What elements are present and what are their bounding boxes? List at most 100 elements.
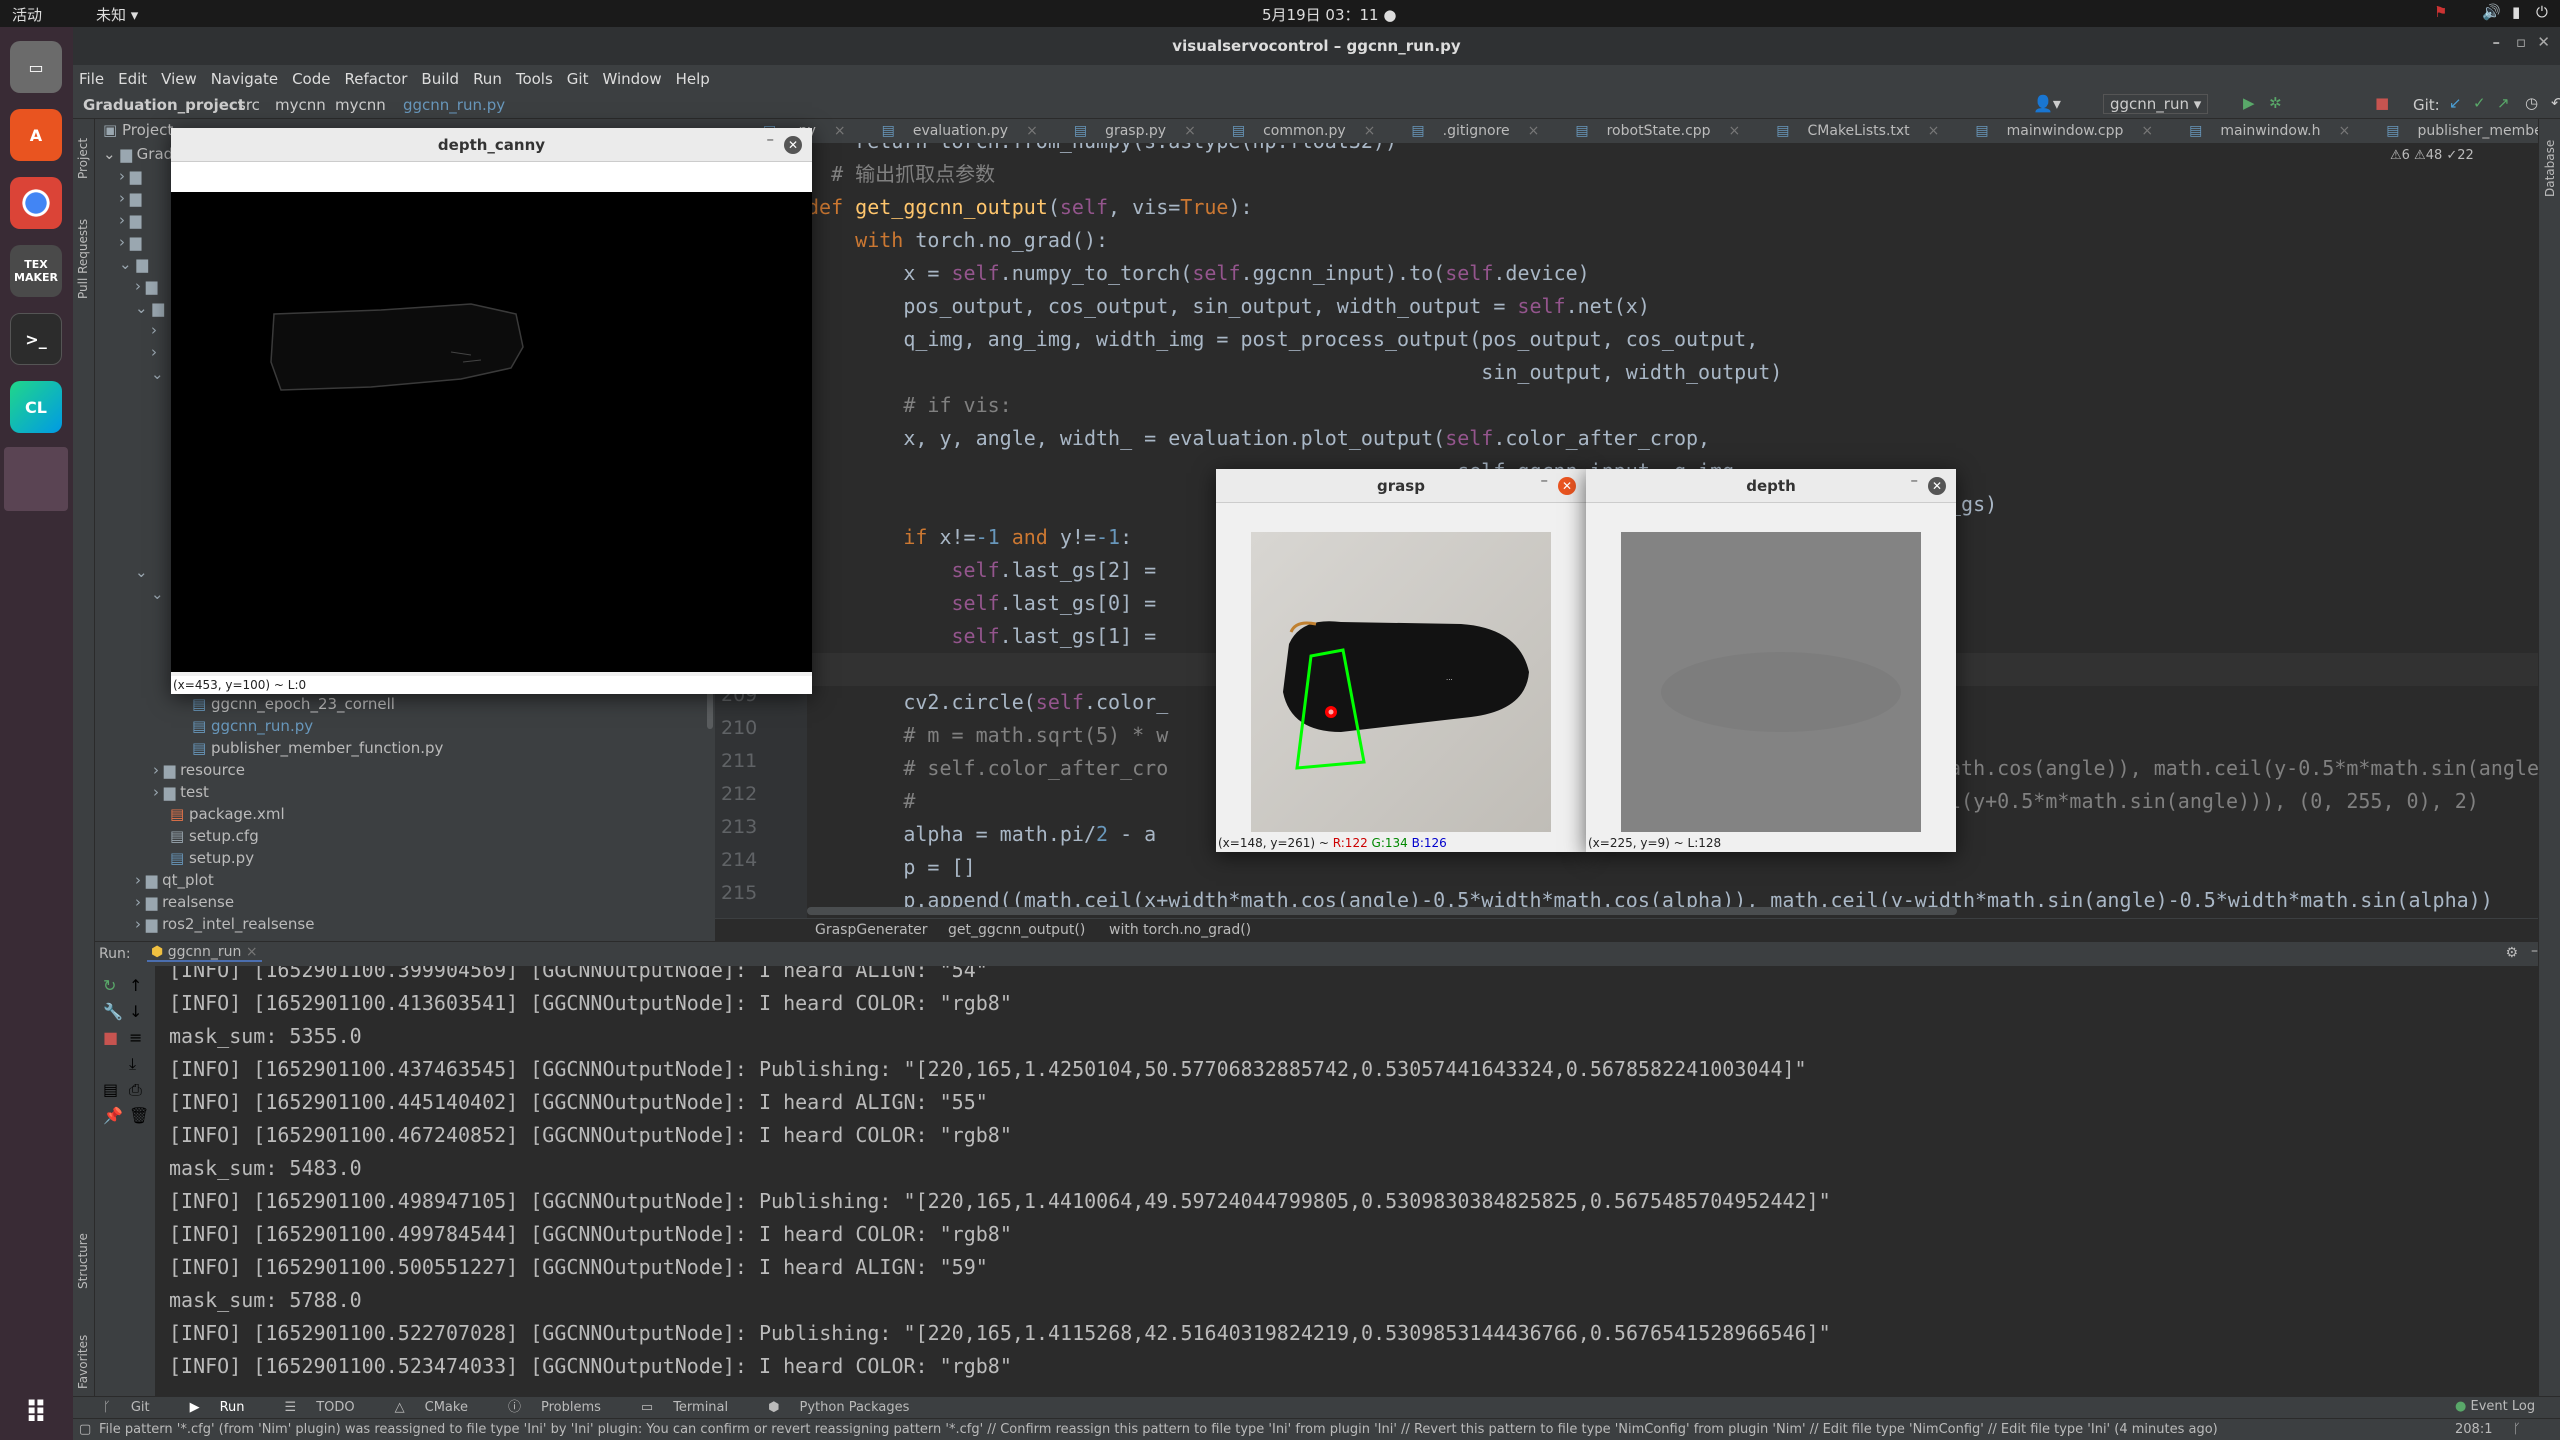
breadcrumb-project[interactable]: Graduation_project [83, 96, 245, 114]
close-icon[interactable]: ✕ [2537, 33, 2550, 51]
rollback-icon[interactable]: ↶ [2551, 94, 2560, 112]
close-tab-icon[interactable]: × [1729, 119, 1741, 143]
menu-edit[interactable]: Edit [118, 70, 147, 88]
breadcrumb-mycnn-2[interactable]: mycnn [335, 96, 386, 114]
close-tab-icon[interactable]: × [1928, 119, 1940, 143]
tree-item[interactable]: › ▆ [119, 165, 141, 187]
print-icon[interactable]: ⎙ [129, 1080, 142, 1100]
close-tab-icon[interactable]: × [834, 119, 846, 143]
maximize-icon[interactable]: ▫ [2516, 33, 2526, 51]
layout-icon[interactable]: ▤ [103, 1080, 118, 1099]
horizontal-scrollbar[interactable] [807, 907, 1957, 915]
menu-help[interactable]: Help [676, 70, 710, 88]
history-icon[interactable]: ◷ [2525, 94, 2538, 112]
clion-icon[interactable]: CL [10, 381, 62, 433]
user-icon[interactable]: 👤▾ [2033, 94, 2061, 113]
down-icon[interactable]: ↓ [129, 1002, 142, 1021]
menu-run[interactable]: Run [473, 70, 502, 88]
tree-item[interactable]: ⌄ ▆ [119, 253, 148, 275]
pull-requests-tool-tab[interactable]: Pull Requests [76, 219, 90, 299]
stop-run-icon[interactable]: ■ [103, 1028, 118, 1047]
tree-file-package-xml[interactable]: ▤ package.xml [170, 803, 285, 825]
editor-tab[interactable]: ▤ robotState.cpp × [1575, 119, 1758, 143]
tool-tab-todo[interactable]: ☰ TODO [285, 1397, 375, 1419]
run-tab[interactable]: ⬢ ggcnn_run × [147, 944, 262, 962]
close-tab-icon[interactable]: × [2338, 119, 2350, 143]
clear-icon[interactable]: 🗑 [129, 1106, 149, 1125]
editor-tab[interactable]: ▤ mainwindow.h × [2189, 119, 2368, 143]
event-log-button[interactable]: ● Event Log [2455, 1399, 2535, 1414]
structure-tool-tab[interactable]: Structure [76, 1233, 90, 1289]
favorites-tool-tab[interactable]: Favorites [76, 1335, 90, 1389]
volume-icon[interactable]: 🔊 [2482, 3, 2501, 21]
tree-file-setup-cfg[interactable]: ▤ setup.cfg [170, 825, 259, 847]
tree-file-publisher[interactable]: ▤ publisher_member_function.py [192, 737, 443, 759]
breadcrumb-src[interactable]: src [238, 96, 260, 114]
up-icon[interactable]: ↑ [129, 976, 142, 995]
tree-item[interactable]: ⌄ ▆ [135, 297, 164, 319]
hide-panel-icon[interactable]: – [2531, 943, 2538, 959]
breadcrumb-file[interactable]: ggcnn_run.py [403, 96, 505, 114]
project-header[interactable]: ▣ Project [103, 119, 173, 141]
database-tool-tab[interactable]: Database [2543, 140, 2557, 197]
git-update-icon[interactable]: ↙ [2449, 94, 2462, 112]
tree-folder-qt-plot[interactable]: › ▆ qt_plot [135, 869, 214, 891]
tree-item[interactable]: ⌄ [151, 363, 164, 385]
editor-tab[interactable]: ▤ .gitignore × [1411, 119, 1557, 143]
minimize-icon[interactable]: – [1911, 471, 1919, 489]
app-menu[interactable]: 未知 ▾ [96, 4, 138, 25]
stop-icon[interactable]: ■ [2375, 94, 2389, 112]
tree-item[interactable]: ⌄ [151, 583, 164, 605]
run-config-select[interactable]: ggcnn_run ▾ [2103, 94, 2209, 114]
tool-tab-problems[interactable]: ⓘ Problems [508, 1397, 621, 1419]
scroll-to-end-icon[interactable]: ⤓ [129, 1054, 136, 1074]
depth-image[interactable] [1621, 532, 1921, 832]
menu-window[interactable]: Window [602, 70, 661, 88]
pin-icon[interactable]: 📌 [103, 1106, 123, 1125]
menu-code[interactable]: Code [292, 70, 330, 88]
rerun-icon[interactable]: ↻ [103, 976, 116, 995]
close-icon[interactable]: ✕ [784, 136, 802, 154]
close-icon[interactable]: ✕ [1558, 477, 1576, 495]
run-icon[interactable]: ▶ [2243, 94, 2255, 112]
close-tab-icon[interactable]: × [1026, 119, 1038, 143]
minimize-icon[interactable]: – [1541, 471, 1549, 489]
close-tab-icon[interactable]: × [2141, 119, 2153, 143]
minimize-icon[interactable]: – [767, 130, 775, 148]
editor-tab[interactable]: ▤ evaluation.py × [882, 119, 1056, 143]
cursor-position[interactable]: 208:1 [2455, 1419, 2492, 1440]
tree-item[interactable]: › ▆ [119, 231, 141, 253]
status-message[interactable]: File pattern '*.cfg' (from 'Nim' plugin)… [99, 1419, 2379, 1440]
clock[interactable]: 5月19日 03：11 ● [1262, 4, 1396, 25]
tool-tab-terminal[interactable]: ▭ Terminal [641, 1397, 748, 1419]
battery-icon[interactable]: ▮ [2512, 3, 2520, 21]
tree-root[interactable]: ⌄ ▆ Grad [103, 143, 173, 165]
menu-tools[interactable]: Tools [516, 70, 553, 88]
tree-item[interactable]: › ▆ [119, 187, 141, 209]
tree-folder-ros2-realsense[interactable]: › ▆ ros2_intel_realsense [135, 913, 314, 935]
editor-tab[interactable]: ▤ common.py × [1232, 119, 1394, 143]
tree-item[interactable]: › ▆ [135, 275, 157, 297]
editor-tab[interactable]: ▤ grasp.py × [1074, 119, 1214, 143]
git-push-icon[interactable]: ↗ [2497, 94, 2510, 112]
tree-file-ggcnn-run[interactable]: ▤ ggcnn_run.py [192, 715, 313, 737]
close-icon[interactable]: ✕ [1928, 477, 1946, 495]
menu-git[interactable]: Git [567, 70, 589, 88]
tool-tab-python-packages[interactable]: ⬢ Python Packages [768, 1397, 929, 1419]
texmaker-icon[interactable]: TEX MAKER [10, 245, 62, 297]
tool-tab-git[interactable]: ᚴ Git [103, 1397, 170, 1419]
breadcrumb-mycnn[interactable]: mycnn [275, 96, 326, 114]
tool-tab-run[interactable]: ▶ Run [190, 1397, 265, 1419]
minimize-icon[interactable]: – [2493, 33, 2501, 51]
tree-item[interactable]: › [151, 341, 157, 363]
tree-file-setup-py[interactable]: ▤ setup.py [170, 847, 254, 869]
editor-tab[interactable]: ▤ CMakeLists.txt × [1776, 119, 1957, 143]
chrome-icon[interactable] [10, 177, 62, 229]
crumb-method[interactable]: get_ggcnn_output() [948, 922, 1085, 938]
soft-wrap-icon[interactable]: ≡ [129, 1028, 142, 1047]
menu-refactor[interactable]: Refactor [344, 70, 407, 88]
menu-build[interactable]: Build [421, 70, 459, 88]
git-branch[interactable]: ᚴ master [2513, 1419, 2560, 1440]
debug-icon[interactable]: ✲ [2269, 94, 2282, 112]
project-scrollbar[interactable] [707, 689, 713, 729]
